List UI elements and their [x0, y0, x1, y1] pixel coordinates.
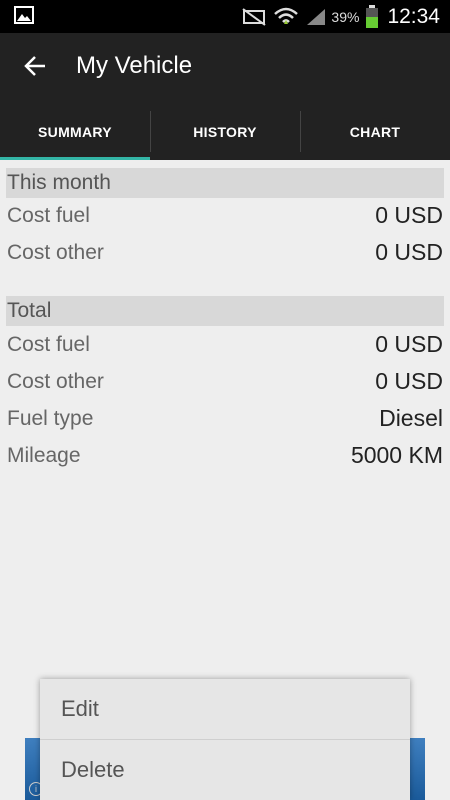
row-label: Cost other	[7, 370, 104, 393]
section-header-total: Total	[6, 296, 444, 326]
row-total-cost-other: Cost other 0 USD	[7, 366, 443, 403]
section-header-this-month: This month	[6, 168, 444, 198]
row-value: 0 USD	[375, 331, 443, 357]
context-menu: Edit Delete	[40, 679, 410, 800]
battery-icon	[365, 4, 379, 29]
arrow-left-icon	[23, 55, 47, 82]
tab-chart[interactable]: CHART	[300, 103, 450, 160]
signal-icon	[305, 7, 327, 27]
row-label: Cost fuel	[7, 204, 90, 227]
back-button[interactable]	[14, 47, 56, 89]
image-icon	[14, 6, 34, 29]
row-value: 5000 KM	[350, 442, 443, 468]
tab-history[interactable]: HISTORY	[150, 103, 300, 160]
page-title: My Vehicle	[76, 52, 193, 79]
row-label: Cost other	[7, 241, 104, 264]
row-value: Diesel	[379, 405, 443, 431]
status-bar: 39% 12:34	[0, 0, 450, 33]
row-label: Fuel type	[7, 407, 94, 430]
action-bar: My Vehicle	[0, 33, 450, 103]
row-total-cost-fuel: Cost fuel 0 USD	[7, 329, 443, 366]
row-month-cost-fuel: Cost fuel 0 USD	[7, 200, 443, 237]
row-month-cost-other: Cost other 0 USD	[7, 237, 443, 274]
row-value: 0 USD	[375, 239, 443, 265]
row-label: Cost fuel	[7, 333, 90, 356]
tab-summary[interactable]: SUMMARY	[0, 103, 150, 160]
row-fuel-type: Fuel type Diesel	[7, 403, 443, 440]
row-value: 0 USD	[375, 368, 443, 394]
status-icons: 39% 12:34	[235, 0, 440, 33]
row-mileage: Mileage 5000 KM	[7, 440, 443, 477]
menu-item-delete[interactable]: Delete	[40, 740, 410, 800]
row-label: Mileage	[7, 444, 81, 467]
tab-bar: SUMMARY HISTORY CHART	[0, 103, 450, 160]
menu-item-edit[interactable]: Edit	[40, 679, 410, 739]
wifi-icon	[273, 6, 299, 28]
battery-percent: 39%	[331, 8, 360, 25]
clock: 12:34	[387, 4, 440, 28]
mute-icon	[241, 7, 267, 27]
row-value: 0 USD	[375, 202, 443, 228]
